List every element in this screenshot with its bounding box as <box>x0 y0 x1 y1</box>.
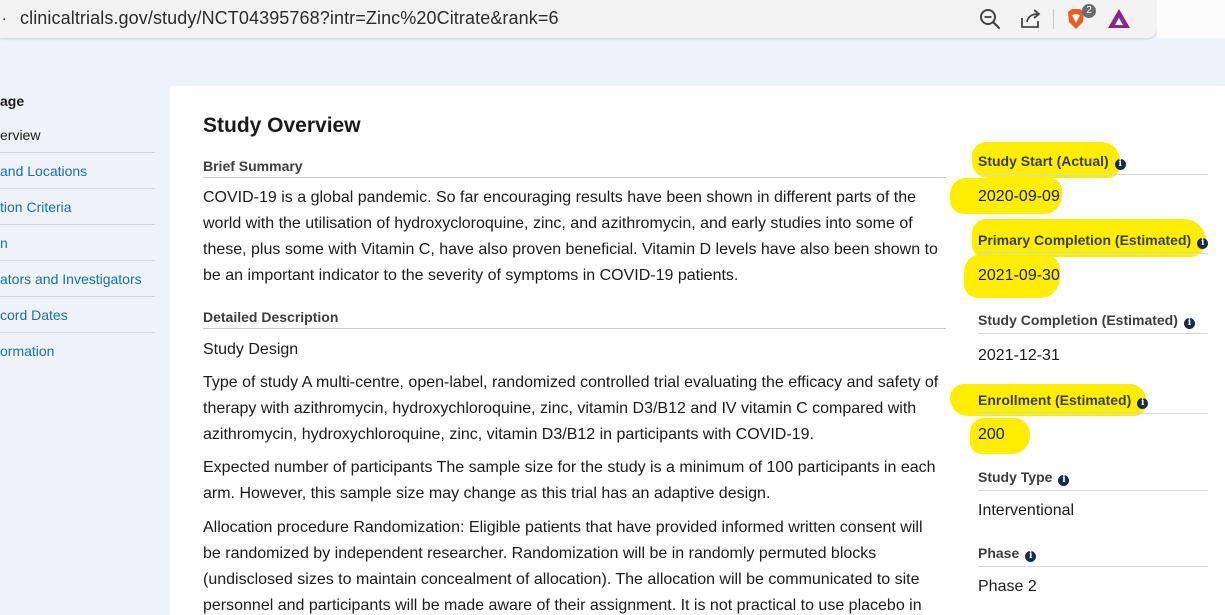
text-line: Type of study A multi-centre, open-label… <box>203 374 939 391</box>
label-text: Primary Completion (Estimated) <box>978 232 1192 248</box>
expected-participants-text: Expected number of participants The samp… <box>203 455 945 507</box>
label-text: Study Start (Actual) <box>978 153 1109 169</box>
text-line: Allocation procedure Randomization: Elig… <box>203 519 923 536</box>
text-line: be an important indicator to the severit… <box>203 267 739 284</box>
nav-item-collaborators-investigators[interactable]: ators and Investigators <box>0 261 155 297</box>
url-text[interactable]: clinicaltrials.gov/study/NCT04395768?int… <box>20 8 559 29</box>
nav-item-contacts-locations[interactable]: and Locations <box>0 153 155 189</box>
study-type-value: Interventional <box>978 502 1075 519</box>
text-line: be randomized by independent researcher.… <box>203 545 877 562</box>
text-line: Expected number of participants The samp… <box>203 459 936 476</box>
text-line: COVID-19 is a global pandemic. So far en… <box>203 189 917 206</box>
text-line: arm. However, this sample size may chang… <box>203 485 771 502</box>
nav-item-overview[interactable]: erview <box>0 117 155 153</box>
phase-label: Phase i <box>978 545 1208 567</box>
text-line: world with the utilisation of hydroxyclo… <box>203 215 913 232</box>
text-line: therapy with azithromycin, hydroxychloro… <box>203 400 917 417</box>
share-icon[interactable] <box>1018 6 1044 32</box>
brave-rewards-icon[interactable] <box>1106 6 1132 32</box>
info-icon[interactable]: i <box>1114 159 1126 170</box>
address-bar-lead: . <box>2 7 7 24</box>
study-start-value: 2020-09-09 <box>978 188 1060 205</box>
study-completion-value: 2021-12-31 <box>978 347 1060 364</box>
study-completion-label: Study Completion (Estimated) i <box>978 312 1208 334</box>
phase-value: Phase 2 <box>978 578 1037 595</box>
primary-completion-label: Primary Completion (Estimated) i <box>978 232 1209 254</box>
allocation-procedure-text: Allocation procedure Randomization: Elig… <box>203 515 945 615</box>
label-text: Phase <box>978 545 1020 561</box>
nav-item-eligibility-criteria[interactable]: tion Criteria <box>0 189 155 225</box>
address-bar[interactable]: . clinicaltrials.gov/study/NCT04395768?i… <box>0 0 1157 38</box>
detailed-description-label: Detailed Description <box>203 309 946 329</box>
shield-count-badge: 2 <box>1082 4 1096 18</box>
label-text: Study Type <box>978 469 1053 485</box>
info-icon[interactable]: i <box>1197 238 1209 249</box>
nav-title: age <box>0 93 25 109</box>
text-line: (undisclosed sizes to maintain concealme… <box>203 571 920 588</box>
text-line: these, plus some with Vitamin C, have al… <box>203 241 938 258</box>
study-type-label: Study Type i <box>978 469 1208 491</box>
nav-item-plan[interactable]: n <box>0 225 155 261</box>
enrollment-value: 200 <box>978 426 1005 443</box>
brief-summary-label: Brief Summary <box>203 158 946 178</box>
info-icon[interactable]: i <box>1183 318 1195 329</box>
label-text: Study Completion (Estimated) <box>978 312 1178 328</box>
brief-summary-text: COVID-19 is a global pandemic. So far en… <box>203 185 945 289</box>
enrollment-label: Enrollment (Estimated) i <box>978 392 1208 414</box>
nav-item-record-dates[interactable]: cord Dates <box>0 297 155 333</box>
text-line: azithromycin, hydroxychloroquine, zinc, … <box>203 426 814 443</box>
toolbar-separator <box>1053 9 1054 29</box>
info-icon[interactable]: i <box>1025 551 1037 562</box>
study-start-label: Study Start (Actual) i <box>978 153 1208 175</box>
label-text: Enrollment (Estimated) <box>978 392 1132 408</box>
text-line: personnel and participants will be made … <box>203 597 922 614</box>
page-title: Study Overview <box>203 114 361 137</box>
study-design-heading: Study Design <box>203 341 299 358</box>
nav-item-more-information[interactable]: ormation <box>0 333 155 369</box>
info-icon[interactable]: i <box>1058 475 1070 486</box>
type-of-study-text: Type of study A multi-centre, open-label… <box>203 370 945 448</box>
info-icon[interactable]: i <box>1137 398 1149 409</box>
primary-completion-value: 2021-09-30 <box>978 267 1060 284</box>
zoom-icon[interactable] <box>977 6 1003 32</box>
window-strip <box>1157 0 1225 38</box>
